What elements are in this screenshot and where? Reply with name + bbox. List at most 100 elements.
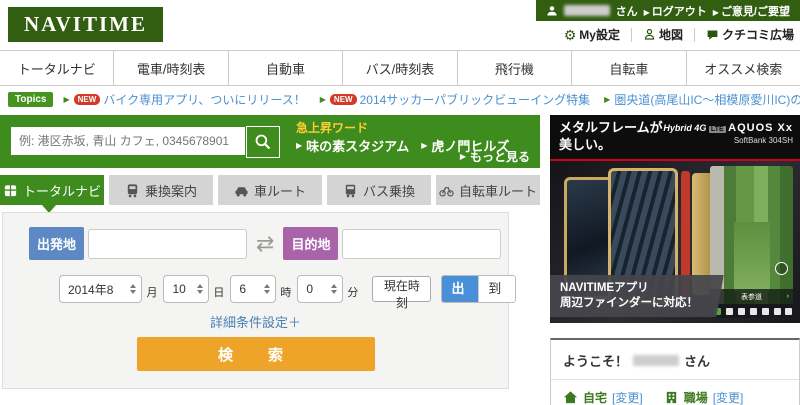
minute-unit-label: 分 [347,287,359,299]
keyword-search-input[interactable] [11,127,245,155]
home-link[interactable]: 自宅 [583,389,607,405]
toolbar-glyph-icon [773,307,781,315]
route-tab-transit[interactable]: 乗換案内 [109,175,213,205]
arrow-icon: ▶ [643,7,650,17]
streetview-screenshot: ‹ 表参道 › [710,166,793,318]
route-search-form: 出発地 ⇄ 目的地 2014年8 月 10 日 6 時 0 分 現在時刻 出 到… [2,212,517,389]
logout-link[interactable]: ▶ ログアウト [644,3,707,19]
minute-select[interactable]: 0 [297,275,344,303]
aquos-ad-banner[interactable]: メタルフレームが 美しい。 Hybrid 4G LTE AQUOS Xx Sof… [550,115,800,323]
train-icon [127,183,138,197]
year-month-select[interactable]: 2014年8 [59,275,143,303]
route-search-button[interactable]: 検 索 [136,337,375,371]
user-name-suffix: さん [615,5,638,18]
depart-option[interactable]: 出発 [442,276,479,302]
home-icon [563,391,578,404]
origin-input[interactable] [88,228,248,259]
user-icon [546,5,557,15]
depart-arrive-toggle: 出発 到着 [441,275,517,303]
welcome-greeting-row: ようこそ！ さん [551,340,799,380]
redacted-user-name [633,355,680,366]
welcome-greeting: ようこそ！ [563,354,629,369]
day-select[interactable]: 10 [163,275,210,303]
search-icon [255,134,271,150]
speech-bubble-icon [707,30,718,40]
review-plaza-link[interactable]: クチコミ広場 [706,26,794,43]
streetview-path [734,222,770,292]
nav-tab-train-timetable[interactable]: 電車/時刻表 [113,51,227,85]
gear-icon: ⚙ [563,26,577,43]
topics-badge: Topics [8,91,54,107]
new-badge: NEW [329,93,357,105]
see-more-link[interactable]: ▶ もっと見る [460,148,530,165]
nav-tab-car[interactable]: 自動車 [227,51,342,85]
arrive-option[interactable]: 到着 [478,276,516,302]
cube-icon [4,184,17,196]
compass-icon [775,262,788,275]
bus-icon [345,184,356,197]
route-tab-bicycle-route[interactable]: 自転車ルート [436,175,540,205]
main-nav: トータルナビ 電車/時刻表 自動車 バス/時刻表 飛行機 自転車 オススメ検索 [0,50,800,86]
advanced-conditions-link[interactable]: 詳細条件設定＋ [3,312,508,331]
destination-label: 目的地 [283,227,339,260]
office-link[interactable]: 職場 [684,389,708,405]
ad-caption: NAVITIMEアプリ 周辺ファインダーに対応！ [560,281,698,310]
toolbar-glyph-icon [785,307,793,315]
office-change-link[interactable]: [変更] [713,389,744,405]
nav-tab-airplane[interactable]: 飛行機 [456,51,571,85]
keyword-search-button[interactable] [246,126,280,158]
arrow-icon: ▶ [712,7,719,17]
office-building-icon [666,391,676,404]
toolbar-glyph-icon [749,307,757,315]
keyword-search-panel: 急上昇ワード ▶ 味の素スタジアム ▶ 虎ノ門ヒルズ ▶ もっと見る [0,115,540,168]
toolbar-glyph-icon [726,307,734,315]
route-mode-tabs: トータルナビ 乗換案内 車ルート バス乗換 自転車ルート [0,175,540,213]
ad-image: ‹ 表参道 › NAVITIMEアプリ 周辺ファインダーに対応！ [550,161,800,323]
ad-headline: メタルフレームが 美しい。 [559,120,663,152]
toolbar-glyph-icon [761,307,769,315]
stepper-icon [197,284,204,294]
map-link[interactable]: 地図 [643,26,683,43]
nav-tab-recommended-search[interactable]: オススメ検索 [685,51,800,85]
topics-bar: Topics ▶ NEW バイク専用アプリ、ついにリリース！ ▶ NEW 201… [8,90,800,108]
navitime-page: NAVITIME さん ▶ ログアウト ▶ ご意見/ご要望 ⚙ My設定 地図 クチ… [0,0,800,405]
streetview-location-label: 表参道 [741,293,762,301]
car-icon [235,186,248,196]
ad-brand-block: Hybrid 4G LTE AQUOS Xx SoftBank 304SH [663,122,793,145]
stepper-icon [264,284,271,294]
datetime-row: 2014年8 月 10 日 6 時 0 分 現在時刻 出発 到着 [59,275,517,310]
my-settings-link[interactable]: ⚙ My設定 [564,26,620,43]
route-tab-bus-transit[interactable]: バス乗換 [327,175,431,205]
topic-link-bike-app[interactable]: ▶ NEW バイク専用アプリ、ついにリリース！ [63,91,305,108]
arrow-icon: ▶ [296,141,303,150]
nav-tab-bicycle[interactable]: 自転車 [571,51,685,85]
saved-places-row: 自宅 [変更] 職場 [変更] [551,380,799,405]
lte-logo: LTE [708,126,726,133]
origin-destination-row: 出発地 ⇄ 目的地 [29,227,502,260]
arrow-icon: ▶ [63,94,70,104]
nav-tab-bus-timetable[interactable]: バス/時刻表 [342,51,456,85]
nav-tab-total-navi[interactable]: トータルナビ [0,51,113,85]
home-change-link[interactable]: [変更] [612,389,643,405]
navitime-logo[interactable]: NAVITIME [8,7,163,42]
divider [693,27,695,42]
destination-input[interactable] [342,228,502,259]
header-quick-links: ⚙ My設定 地図 クチコミ広場 [564,26,794,43]
arrow-icon: ▶ [459,152,466,161]
topic-link-kenodo[interactable]: ▶ 圏央道(高尾山IC〜相模原愛川IC)の対応について [604,91,800,108]
swap-origin-destination-icon[interactable]: ⇄ [256,232,274,255]
route-tab-total-navi[interactable]: トータルナビ [0,175,104,213]
day-unit-label: 日 [213,287,225,299]
topic-link-soccer-viewing[interactable]: ▶ NEW 2014サッカーパブリックビューイング特集 [320,91,590,108]
hour-select[interactable]: 6 [230,275,277,303]
arrow-icon: ▶ [421,141,428,150]
stepper-icon [331,284,338,294]
new-badge: NEW [73,93,101,105]
trending-link-ajinomoto-stadium[interactable]: ▶ 味の素スタジアム [296,136,409,155]
feedback-link[interactable]: ▶ ご意見/ご要望 [713,3,790,19]
current-time-button[interactable]: 現在時刻 [372,276,432,310]
route-tab-car-route[interactable]: 車ルート [218,175,322,205]
divider [630,27,632,42]
map-pin-person-icon [644,28,655,40]
hour-unit-label: 時 [280,287,292,299]
